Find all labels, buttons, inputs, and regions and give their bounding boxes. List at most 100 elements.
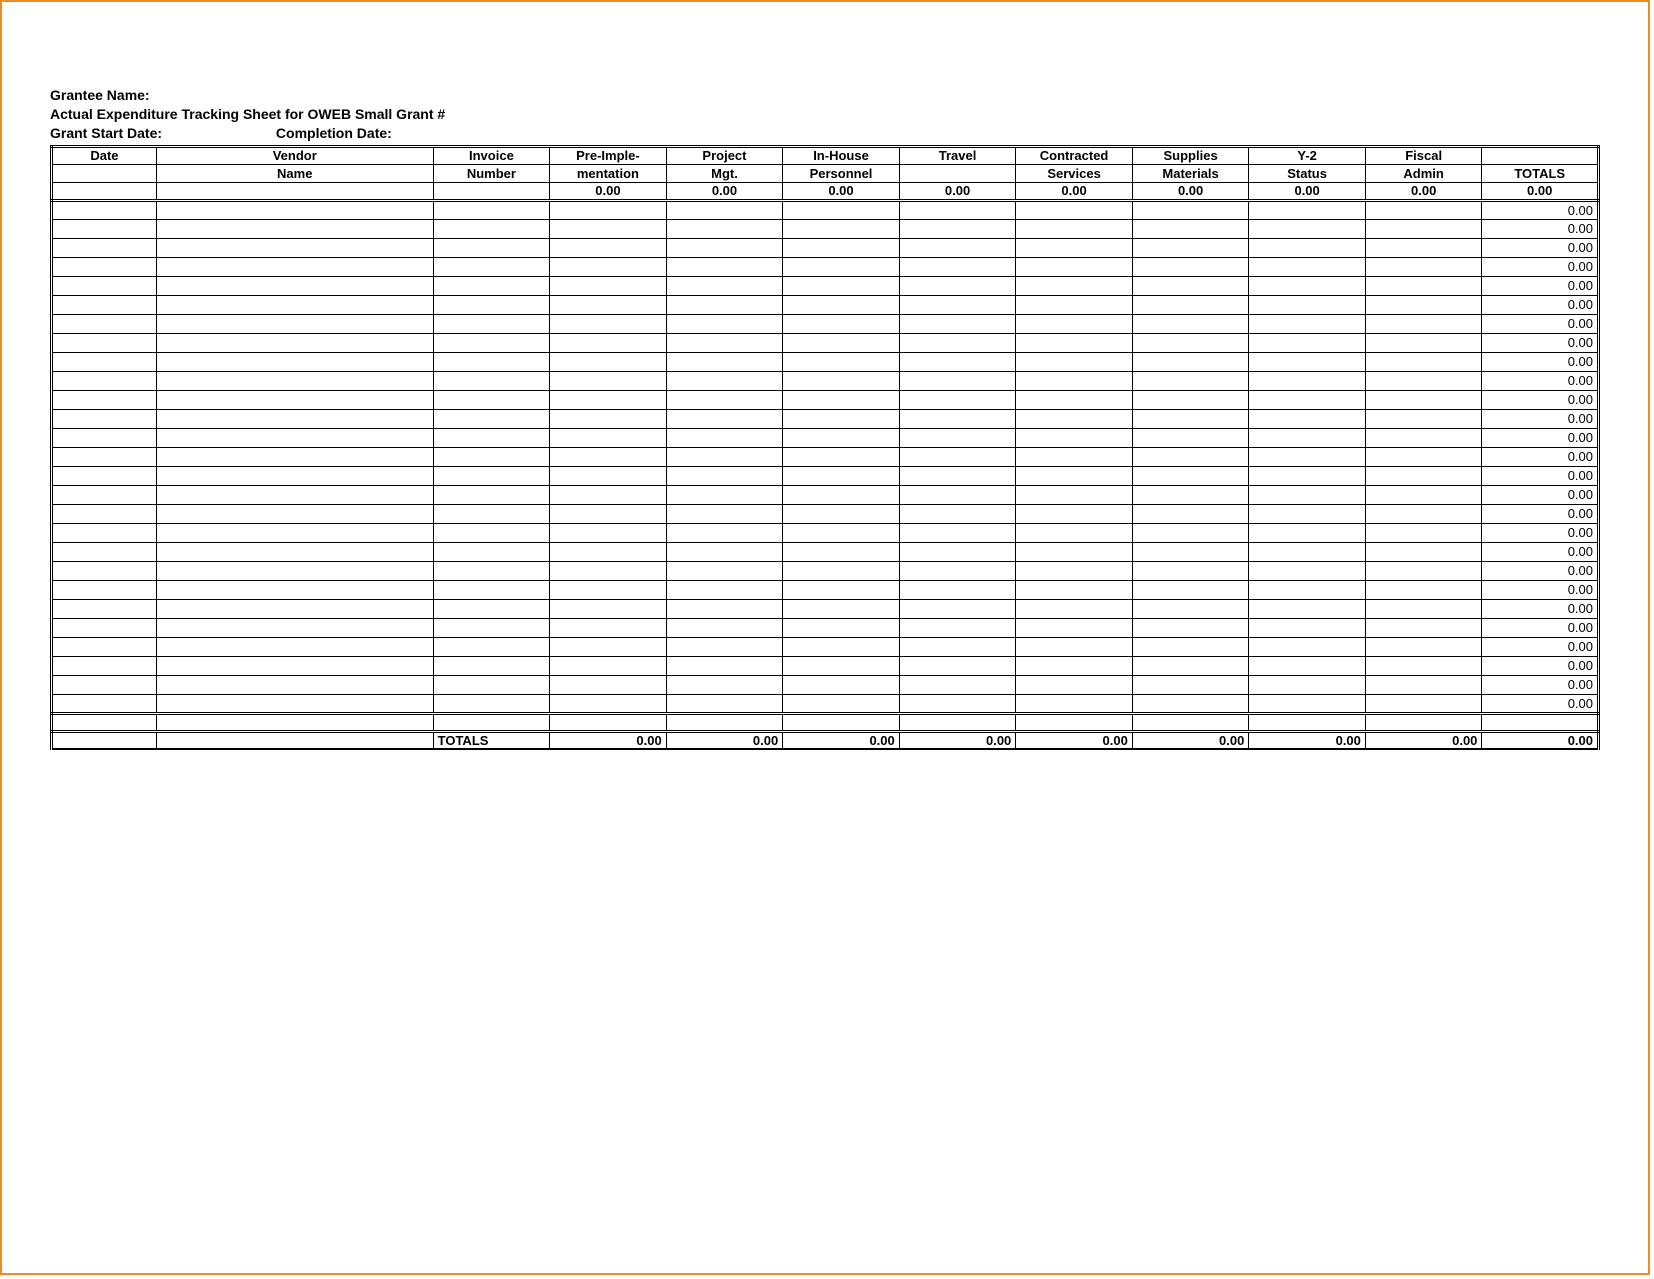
data-cell[interactable] (1016, 485, 1133, 504)
data-cell[interactable] (666, 409, 783, 428)
data-cell[interactable] (433, 409, 550, 428)
data-cell[interactable] (433, 523, 550, 542)
data-cell[interactable] (899, 485, 1016, 504)
data-cell[interactable] (783, 618, 900, 637)
data-cell[interactable] (1132, 618, 1249, 637)
data-cell[interactable] (550, 352, 667, 371)
data-cell[interactable] (1132, 542, 1249, 561)
data-cell[interactable] (1016, 257, 1133, 276)
data-cell[interactable] (1249, 409, 1366, 428)
data-cell[interactable] (1016, 390, 1133, 409)
data-cell[interactable] (1016, 618, 1133, 637)
row-total-cell[interactable]: 0.00 (1482, 504, 1599, 523)
data-cell[interactable] (783, 485, 900, 504)
data-cell[interactable] (1249, 694, 1366, 713)
data-cell[interactable] (1249, 200, 1366, 219)
data-cell[interactable] (899, 428, 1016, 447)
data-cell[interactable] (156, 352, 433, 371)
data-cell[interactable] (1016, 276, 1133, 295)
data-cell[interactable] (666, 485, 783, 504)
data-cell[interactable] (1132, 219, 1249, 238)
data-cell[interactable] (156, 390, 433, 409)
data-cell[interactable] (550, 694, 667, 713)
data-cell[interactable] (156, 428, 433, 447)
data-cell[interactable] (433, 542, 550, 561)
data-cell[interactable] (1365, 238, 1482, 257)
data-cell[interactable] (1365, 295, 1482, 314)
data-cell[interactable] (1365, 599, 1482, 618)
data-cell[interactable] (666, 428, 783, 447)
data-cell[interactable] (550, 523, 667, 542)
data-cell[interactable] (1249, 219, 1366, 238)
data-cell[interactable] (783, 352, 900, 371)
data-cell[interactable] (666, 542, 783, 561)
data-cell[interactable] (550, 257, 667, 276)
data-cell[interactable] (1249, 314, 1366, 333)
data-cell[interactable] (783, 257, 900, 276)
data-cell[interactable] (52, 599, 157, 618)
data-cell[interactable] (550, 504, 667, 523)
data-cell[interactable] (1132, 675, 1249, 694)
table-row[interactable]: 0.00 (52, 219, 1599, 238)
data-cell[interactable] (1016, 637, 1133, 656)
data-cell[interactable] (433, 390, 550, 409)
data-cell[interactable] (156, 637, 433, 656)
data-cell[interactable] (666, 333, 783, 352)
data-cell[interactable] (550, 428, 667, 447)
table-row[interactable]: 0.00 (52, 466, 1599, 485)
data-cell[interactable] (1132, 200, 1249, 219)
data-cell[interactable] (52, 390, 157, 409)
data-cell[interactable] (1249, 428, 1366, 447)
data-cell[interactable] (1249, 618, 1366, 637)
data-cell[interactable] (156, 542, 433, 561)
data-cell[interactable] (666, 219, 783, 238)
data-cell[interactable] (783, 561, 900, 580)
data-cell[interactable] (52, 694, 157, 713)
data-cell[interactable] (899, 352, 1016, 371)
table-row[interactable]: 0.00 (52, 257, 1599, 276)
data-cell[interactable] (156, 523, 433, 542)
data-cell[interactable] (1016, 238, 1133, 257)
data-cell[interactable] (1365, 504, 1482, 523)
data-cell[interactable] (899, 238, 1016, 257)
data-cell[interactable] (783, 238, 900, 257)
table-row[interactable]: 0.00 (52, 447, 1599, 466)
data-cell[interactable] (783, 675, 900, 694)
data-cell[interactable] (1365, 219, 1482, 238)
data-cell[interactable] (1249, 675, 1366, 694)
data-cell[interactable] (52, 238, 157, 257)
data-cell[interactable] (899, 200, 1016, 219)
data-cell[interactable] (783, 694, 900, 713)
data-cell[interactable] (783, 580, 900, 599)
data-cell[interactable] (1016, 675, 1133, 694)
data-cell[interactable] (1365, 371, 1482, 390)
data-cell[interactable] (433, 219, 550, 238)
data-cell[interactable] (666, 314, 783, 333)
data-cell[interactable] (156, 447, 433, 466)
data-cell[interactable] (156, 295, 433, 314)
data-cell[interactable] (156, 276, 433, 295)
data-cell[interactable] (433, 637, 550, 656)
row-total-cell[interactable]: 0.00 (1482, 295, 1599, 314)
data-cell[interactable] (550, 333, 667, 352)
data-cell[interactable] (433, 276, 550, 295)
data-cell[interactable] (156, 504, 433, 523)
data-cell[interactable] (52, 656, 157, 675)
table-row[interactable]: 0.00 (52, 561, 1599, 580)
data-cell[interactable] (666, 276, 783, 295)
data-cell[interactable] (52, 219, 157, 238)
data-cell[interactable] (899, 561, 1016, 580)
row-total-cell[interactable]: 0.00 (1482, 257, 1599, 276)
data-cell[interactable] (899, 675, 1016, 694)
data-cell[interactable] (52, 295, 157, 314)
data-cell[interactable] (1365, 333, 1482, 352)
data-cell[interactable] (1132, 656, 1249, 675)
table-row[interactable]: 0.00 (52, 618, 1599, 637)
data-cell[interactable] (666, 504, 783, 523)
data-cell[interactable] (1132, 485, 1249, 504)
row-total-cell[interactable]: 0.00 (1482, 466, 1599, 485)
data-cell[interactable] (783, 523, 900, 542)
data-cell[interactable] (433, 580, 550, 599)
table-row[interactable]: 0.00 (52, 276, 1599, 295)
data-cell[interactable] (52, 371, 157, 390)
